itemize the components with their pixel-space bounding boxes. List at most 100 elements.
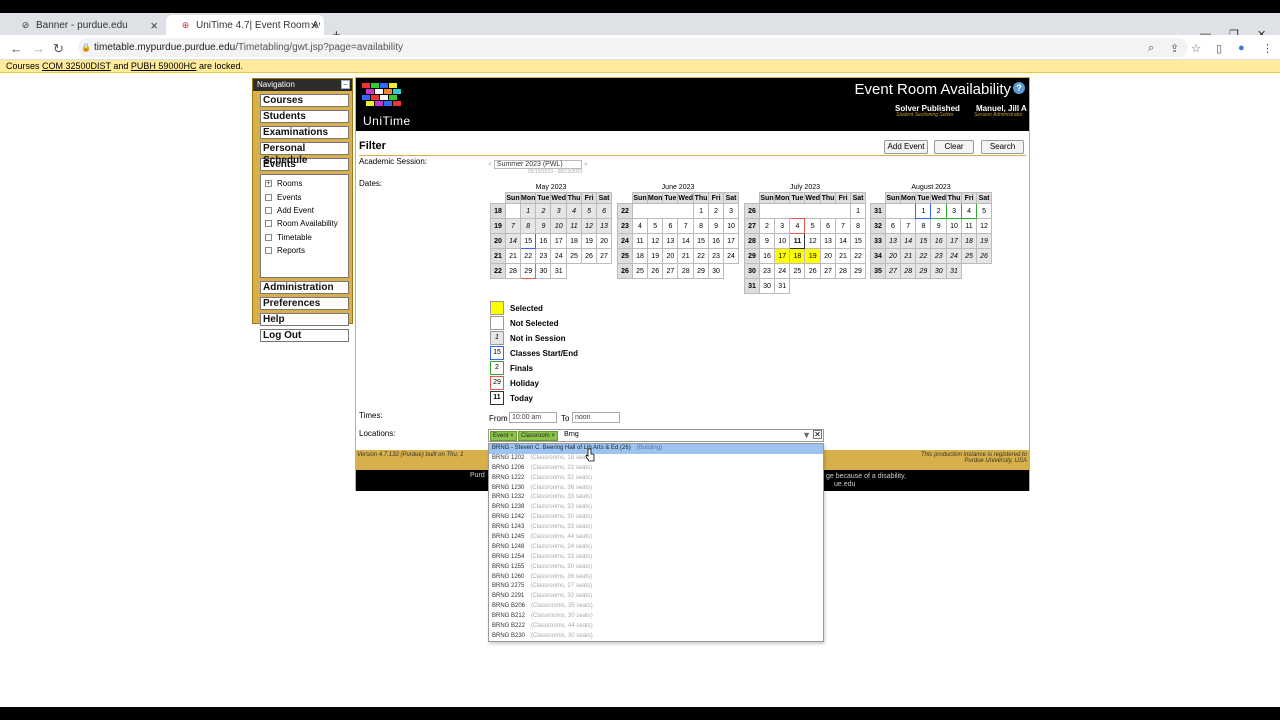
calendar-day[interactable]: 24 <box>550 248 568 264</box>
calendar-day[interactable]: 8 <box>850 218 867 234</box>
suggestion-room[interactable]: BRNG 1206 (Classrooms, 21 seats) <box>489 464 823 474</box>
calendar-day[interactable]: 15 <box>915 233 932 249</box>
calendar-day[interactable]: 19 <box>581 233 598 249</box>
calendar-day[interactable]: 25 <box>961 248 978 264</box>
calendar-day[interactable]: 15 <box>693 233 710 249</box>
suggestion-room[interactable]: BRNG 2291 (Classrooms, 32 seats) <box>489 592 823 602</box>
nav-log-out[interactable]: Log Out <box>260 329 349 342</box>
suggestion-room[interactable]: BRNG B212 (Classrooms, 30 seats) <box>489 612 823 622</box>
calendar-day[interactable]: 11 <box>961 218 978 234</box>
week-number[interactable]: 22 <box>617 203 633 219</box>
calendar-day[interactable]: 10 <box>946 218 963 234</box>
calendar-day[interactable]: 18 <box>789 248 806 264</box>
suggestion-room[interactable]: BRNG 1242 (Classrooms, 30 seats) <box>489 513 823 523</box>
locations-input[interactable]: Event × Classroom × Brng ▼ ✕ <box>488 429 824 442</box>
calendar-day[interactable]: 23 <box>708 248 725 264</box>
calendar-day[interactable]: 12 <box>804 233 822 249</box>
week-number[interactable]: 26 <box>744 203 760 219</box>
calendar-day[interactable]: 26 <box>581 248 598 264</box>
search-button[interactable]: Search <box>981 140 1024 154</box>
calendar-day[interactable]: 3 <box>723 203 740 219</box>
week-number[interactable]: 30 <box>744 263 760 279</box>
calendar-day[interactable]: 7 <box>505 218 521 234</box>
calendar-day[interactable]: 13 <box>885 233 901 249</box>
suggestion-building[interactable]: BRNG - Steven C. Beering Hall of Lib Art… <box>489 444 823 454</box>
week-number[interactable]: 22 <box>490 263 506 279</box>
calendar-day[interactable]: 30 <box>759 278 775 294</box>
week-number[interactable]: 20 <box>490 233 506 249</box>
clear-button[interactable]: Clear <box>934 140 974 154</box>
suggestion-room[interactable]: BRNG 1254 (Classrooms, 33 seats) <box>489 553 823 563</box>
calendar-day[interactable]: 1 <box>693 203 710 219</box>
calendar-day[interactable]: 2 <box>535 203 552 219</box>
suggestion-room[interactable]: BRNG 1202 (Classrooms, 18 seats) <box>489 454 823 464</box>
calendar-day[interactable]: 30 <box>535 263 552 279</box>
expand-icon[interactable]: + <box>265 180 272 188</box>
url-field[interactable]: 🔒 timetable.mypurdue.purdue.edu/Timetabl… <box>78 38 1188 57</box>
nav-room-availability[interactable]: Room Availability <box>261 217 348 230</box>
share-icon[interactable]: ⇪ <box>1170 42 1179 55</box>
week-number[interactable]: 24 <box>617 233 633 249</box>
week-number[interactable]: 29 <box>744 248 760 264</box>
calendar-day[interactable]: 29 <box>693 263 710 279</box>
calendar-day[interactable]: 12 <box>976 218 993 234</box>
calendar-day[interactable]: 12 <box>646 233 664 249</box>
nav-personal-schedule[interactable]: Personal Schedule <box>260 142 349 166</box>
calendar-day[interactable]: 30 <box>930 263 948 279</box>
tab-unitime[interactable]: ⊕ UniTime 4.7| Event Room Availab × <box>166 15 324 35</box>
calendar-day[interactable]: 9 <box>708 218 725 234</box>
calendar-day[interactable]: 18 <box>566 233 583 249</box>
nav-courses[interactable]: Courses <box>260 94 349 107</box>
week-number[interactable]: 31 <box>744 278 760 294</box>
calendar-day[interactable]: 10 <box>550 218 568 234</box>
calendar-day[interactable]: 21 <box>835 248 852 264</box>
suggestion-room[interactable]: BRNG 1260 (Classrooms, 36 seats) <box>489 573 823 583</box>
suggestion-room[interactable]: BRNG 1243 (Classrooms, 33 seats) <box>489 523 823 533</box>
calendar-day[interactable]: 5 <box>646 218 664 234</box>
suggestion-room[interactable]: BRNG 1230 (Classrooms, 36 seats) <box>489 484 823 494</box>
calendar-day[interactable]: 1 <box>519 203 537 219</box>
calendar-day[interactable]: 20 <box>596 233 613 249</box>
calendar-day[interactable]: 8 <box>693 218 710 234</box>
week-number[interactable]: 34 <box>870 248 886 264</box>
calendar-day[interactable]: 25 <box>789 263 806 279</box>
calendar-day[interactable]: 3 <box>550 203 568 219</box>
calendar-day[interactable]: 12 <box>581 218 598 234</box>
calendar-day[interactable]: 19 <box>804 248 822 264</box>
calendar-day[interactable]: 19 <box>976 233 993 249</box>
calendar-day[interactable]: 5 <box>581 203 598 219</box>
to-time-input[interactable]: noon <box>572 412 620 423</box>
calendar-day[interactable]: 11 <box>632 233 648 249</box>
calendar-day[interactable]: 4 <box>566 203 583 219</box>
calendar-day[interactable]: 10 <box>723 218 740 234</box>
week-number[interactable]: 21 <box>490 248 506 264</box>
calendar-day[interactable]: 19 <box>646 248 664 264</box>
calendar-day[interactable]: 6 <box>596 203 613 219</box>
calendar-day[interactable]: 24 <box>946 248 963 264</box>
suggestion-room[interactable]: BRNG B206 (Classrooms, 35 seats) <box>489 602 823 612</box>
suggestion-room[interactable]: BRNG 1238 (Classrooms, 33 seats) <box>489 503 823 513</box>
tab-banner[interactable]: ⊘ Banner - purdue.edu × <box>6 15 164 35</box>
calendar-day[interactable]: 27 <box>596 248 613 264</box>
calendar-day[interactable]: 29 <box>850 263 867 279</box>
calendar-day[interactable]: 23 <box>930 248 948 264</box>
nav-administration[interactable]: Administration <box>260 281 349 294</box>
calendar-day[interactable]: 7 <box>677 218 695 234</box>
nav-events-list[interactable]: Events <box>261 190 348 203</box>
forward-icon[interactable]: → <box>32 41 45 56</box>
nav-help[interactable]: Help <box>260 313 349 326</box>
next-session-icon[interactable]: » <box>584 161 588 168</box>
suggestion-room[interactable]: BRNG 1232 (Classrooms, 33 seats) <box>489 493 823 503</box>
calendar-day[interactable]: 26 <box>646 263 664 279</box>
calendar-day[interactable]: 22 <box>915 248 932 264</box>
calendar-day[interactable]: 31 <box>773 278 791 294</box>
calendar-day[interactable]: 7 <box>899 218 917 234</box>
back-icon[interactable]: ← <box>10 41 23 56</box>
sidebar-icon[interactable]: ▯ <box>1216 42 1222 55</box>
menu-icon[interactable]: ⋮ <box>1262 42 1273 55</box>
course-link-1[interactable]: COM 32500DIST <box>42 61 111 71</box>
calendar-day[interactable]: 11 <box>566 218 583 234</box>
calendar-day[interactable]: 7 <box>835 218 852 234</box>
calendar-day[interactable]: 27 <box>820 263 837 279</box>
calendar-day[interactable]: 18 <box>961 233 978 249</box>
